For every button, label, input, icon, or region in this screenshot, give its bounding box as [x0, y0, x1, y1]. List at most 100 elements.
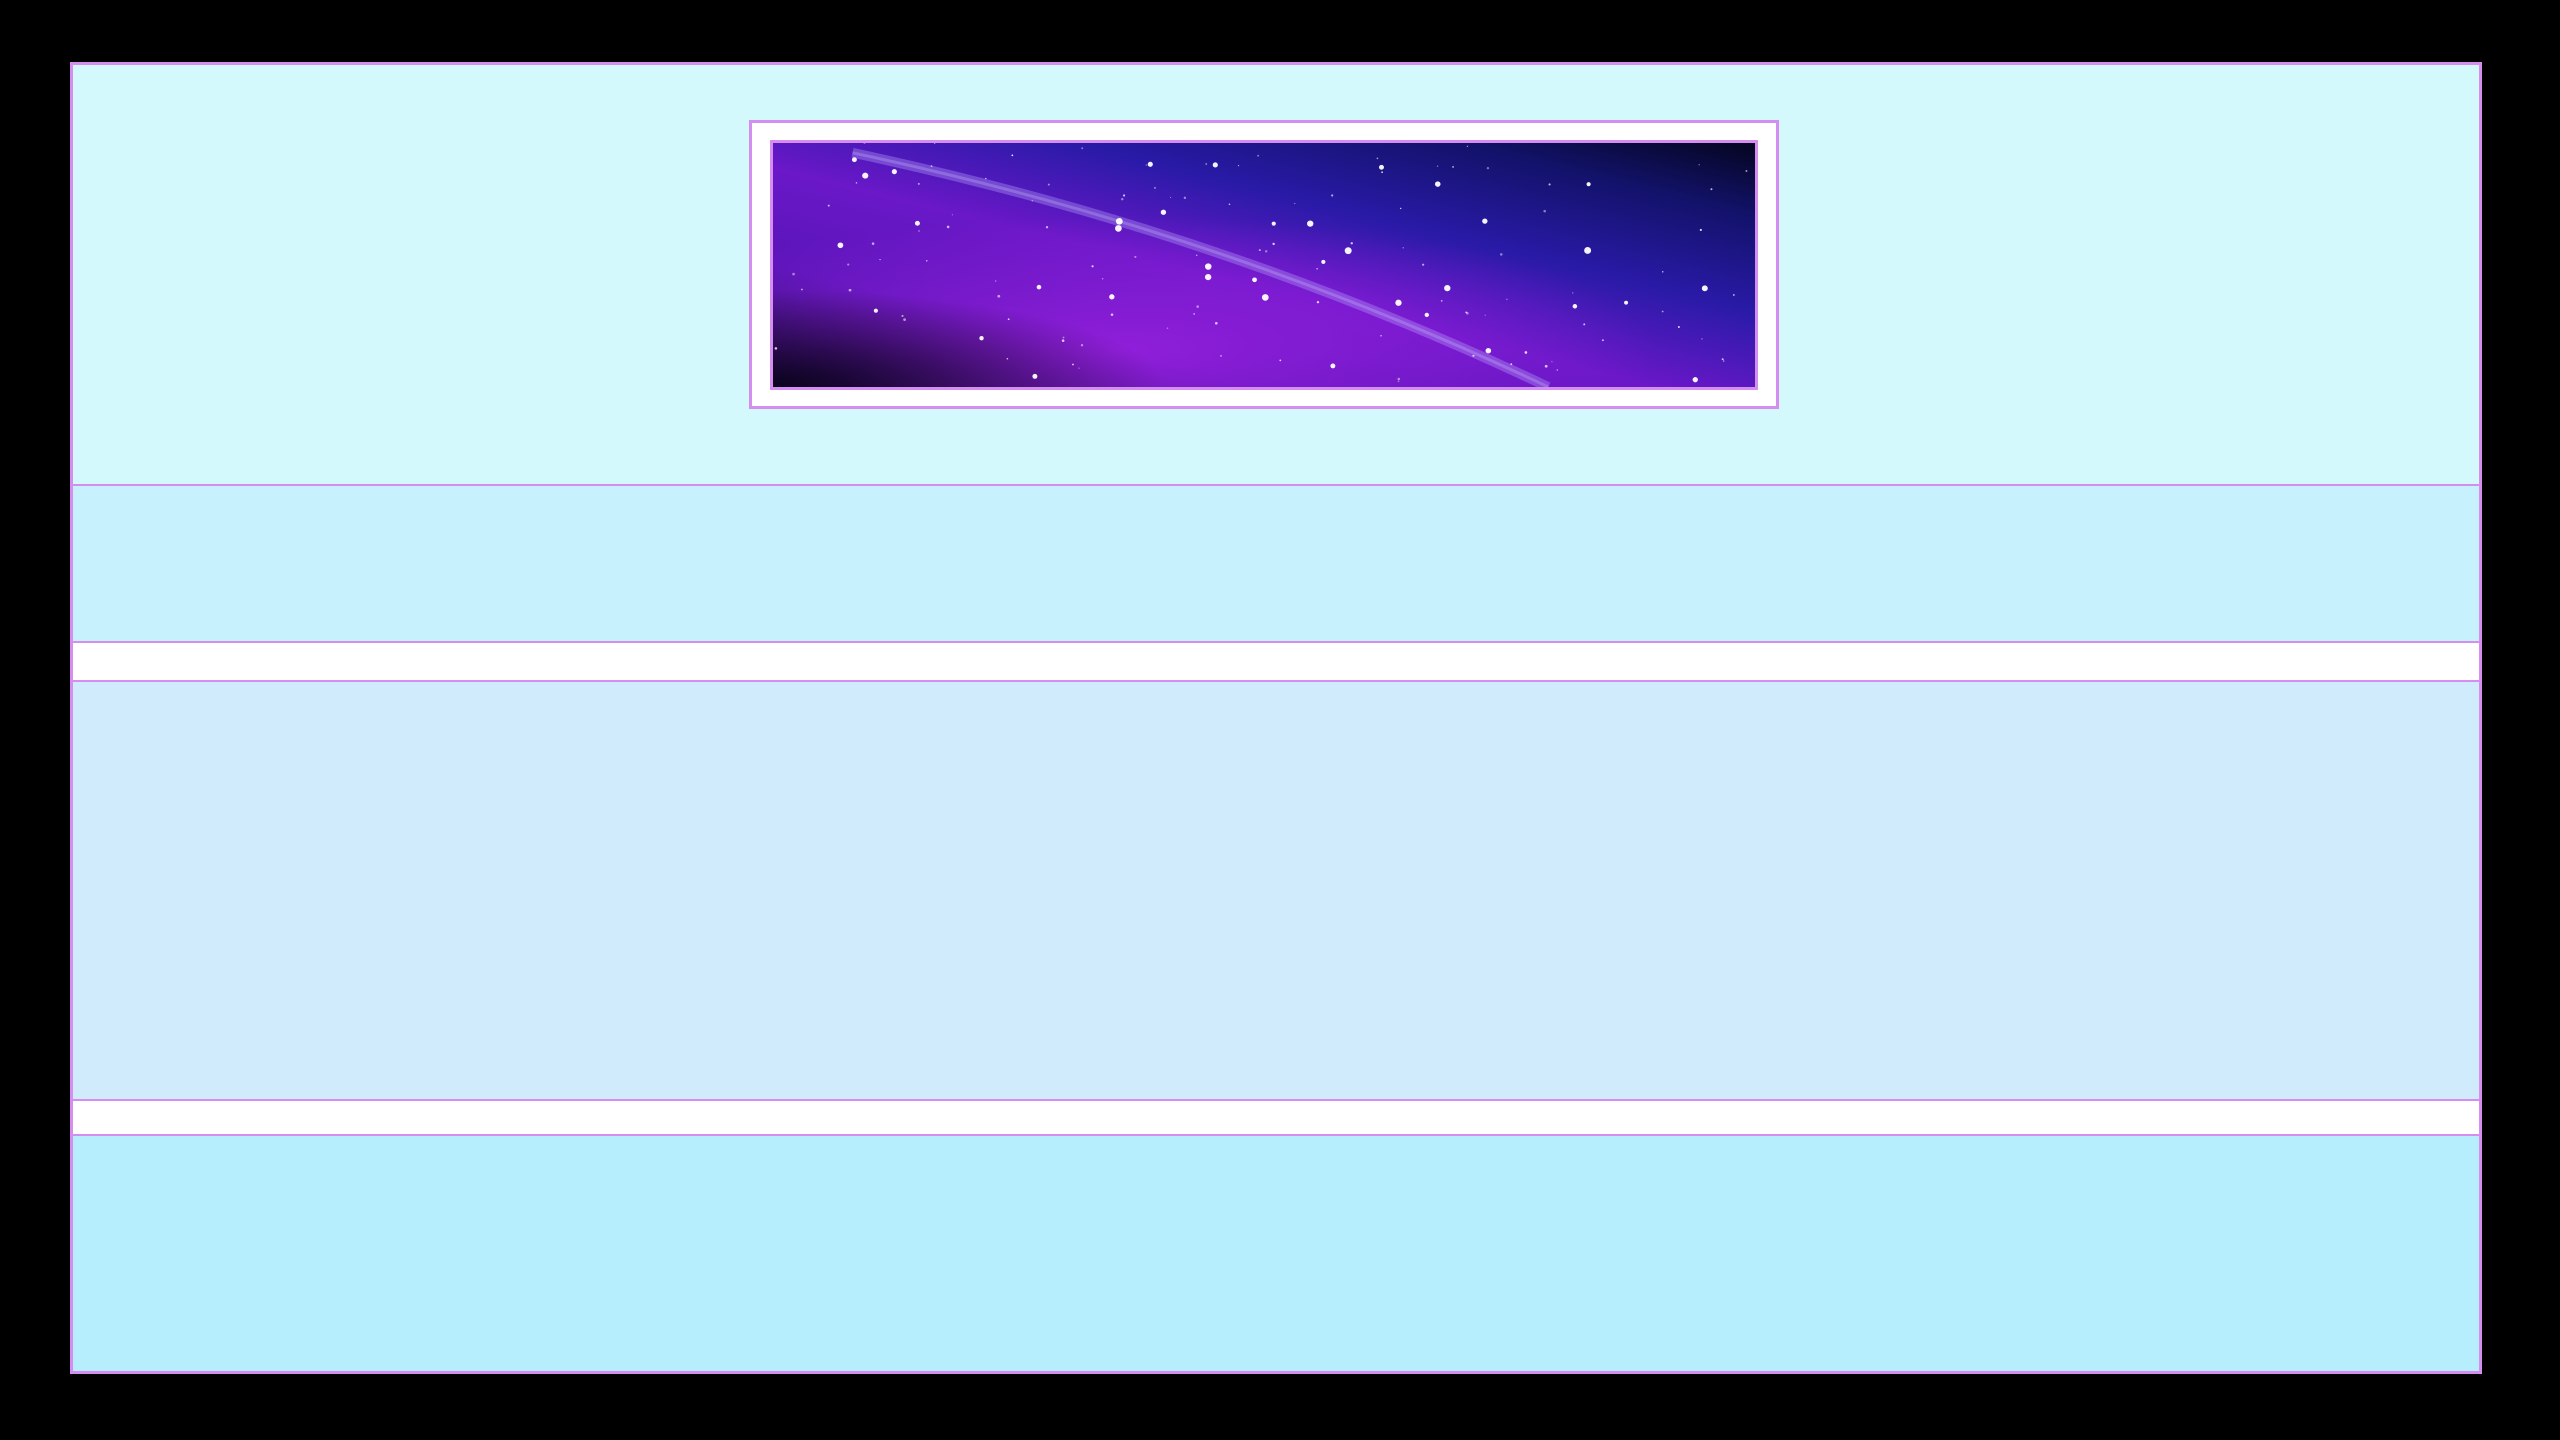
galaxy-banner-image [770, 140, 1758, 390]
star-icon [1499, 253, 1503, 256]
star-icon [1145, 164, 1148, 166]
star-icon [925, 260, 928, 262]
star-icon [1252, 277, 1257, 283]
star-icon [1169, 196, 1172, 199]
star-icon [1078, 367, 1080, 369]
star-icon [873, 308, 878, 313]
star-icon [1543, 209, 1546, 213]
star-icon [1316, 301, 1320, 304]
star-icon [1624, 300, 1629, 305]
star-icon [851, 157, 857, 163]
star-icon [1551, 361, 1553, 363]
star-icon [1160, 209, 1167, 215]
star-icon [1440, 299, 1443, 302]
star-icon [1331, 194, 1334, 197]
star-icon [1395, 299, 1402, 306]
star-icon [1212, 162, 1218, 168]
star-icon [1228, 203, 1231, 206]
star-icon [1548, 183, 1551, 186]
star-icon [1272, 242, 1275, 246]
star-icon [1583, 323, 1586, 326]
star-icon [1506, 298, 1508, 300]
star-icon [1036, 284, 1042, 290]
star-icon [1047, 183, 1050, 186]
star-icon [1434, 181, 1441, 187]
divider-bar-2 [73, 1101, 2479, 1136]
star-icon [946, 225, 950, 229]
star-icon [1436, 165, 1439, 167]
star-icon [979, 336, 984, 341]
star-icon [1572, 304, 1578, 309]
starry-galaxy-image-icon [773, 143, 1755, 387]
star-icon [1205, 163, 1208, 165]
star-icon [903, 318, 906, 322]
star-icon [1196, 305, 1199, 308]
star-icon [1307, 220, 1314, 227]
star-icon [1183, 196, 1187, 200]
star-icon [1061, 339, 1065, 342]
star-icon [1465, 311, 1467, 314]
star-icon [871, 242, 875, 245]
star-icon [1279, 359, 1282, 362]
star-icon [1134, 255, 1137, 258]
star-icon [1204, 273, 1212, 281]
star-icon [1698, 164, 1700, 166]
banner-frame [749, 120, 1779, 409]
star-icon [1486, 167, 1490, 170]
star-icon [862, 172, 869, 179]
star-icon [1510, 363, 1513, 366]
footer-section [73, 1136, 2479, 1371]
band-section-1 [73, 486, 2479, 643]
star-icon [1677, 326, 1680, 328]
star-icon [951, 214, 954, 216]
star-icon [1586, 182, 1591, 187]
star-icon [879, 259, 881, 261]
star-icon [1402, 247, 1404, 249]
star-icon [1294, 202, 1296, 205]
star-icon [1381, 171, 1383, 174]
star-icon [985, 177, 987, 180]
star-icon [1484, 314, 1486, 316]
star-icon [1350, 242, 1353, 245]
star-icon [1733, 294, 1735, 296]
star-icon [847, 263, 850, 266]
star-icon [1257, 154, 1260, 157]
star-icon [1376, 157, 1379, 160]
star-icon [1261, 294, 1269, 301]
star-icon [1237, 165, 1240, 167]
star-icon [1584, 247, 1592, 254]
star-icon [891, 169, 897, 175]
star-icon [1601, 339, 1604, 342]
star-icon [1080, 344, 1084, 347]
star-icon [1472, 354, 1475, 357]
star-icon [1485, 347, 1492, 354]
star-icon [930, 165, 933, 168]
star-icon [1544, 364, 1548, 368]
star-icon [1101, 278, 1104, 280]
star-icon [1662, 271, 1664, 273]
star-icon [1482, 218, 1488, 224]
star-icon [1220, 354, 1223, 357]
star-icon [1661, 310, 1664, 313]
star-icon [994, 280, 997, 282]
star-icon [1147, 161, 1153, 167]
star-icon [1011, 154, 1014, 157]
star-icon [1196, 254, 1198, 257]
star-icon [1316, 267, 1319, 270]
star-icon [855, 182, 858, 184]
star-icon [901, 314, 904, 318]
star-icon [837, 242, 844, 249]
star-icon [1397, 380, 1400, 383]
star-icon [1422, 263, 1425, 266]
star-icon [1122, 194, 1126, 197]
star-icon [1692, 377, 1698, 383]
star-icon [917, 182, 920, 185]
star-icon [1032, 373, 1038, 379]
star-icon [1745, 170, 1748, 172]
star-icon [792, 272, 795, 276]
star-icon [1397, 377, 1401, 381]
star-icon [1109, 294, 1115, 300]
content-section [73, 682, 2479, 1101]
star-icon [1115, 225, 1122, 232]
star-icon [774, 347, 778, 350]
